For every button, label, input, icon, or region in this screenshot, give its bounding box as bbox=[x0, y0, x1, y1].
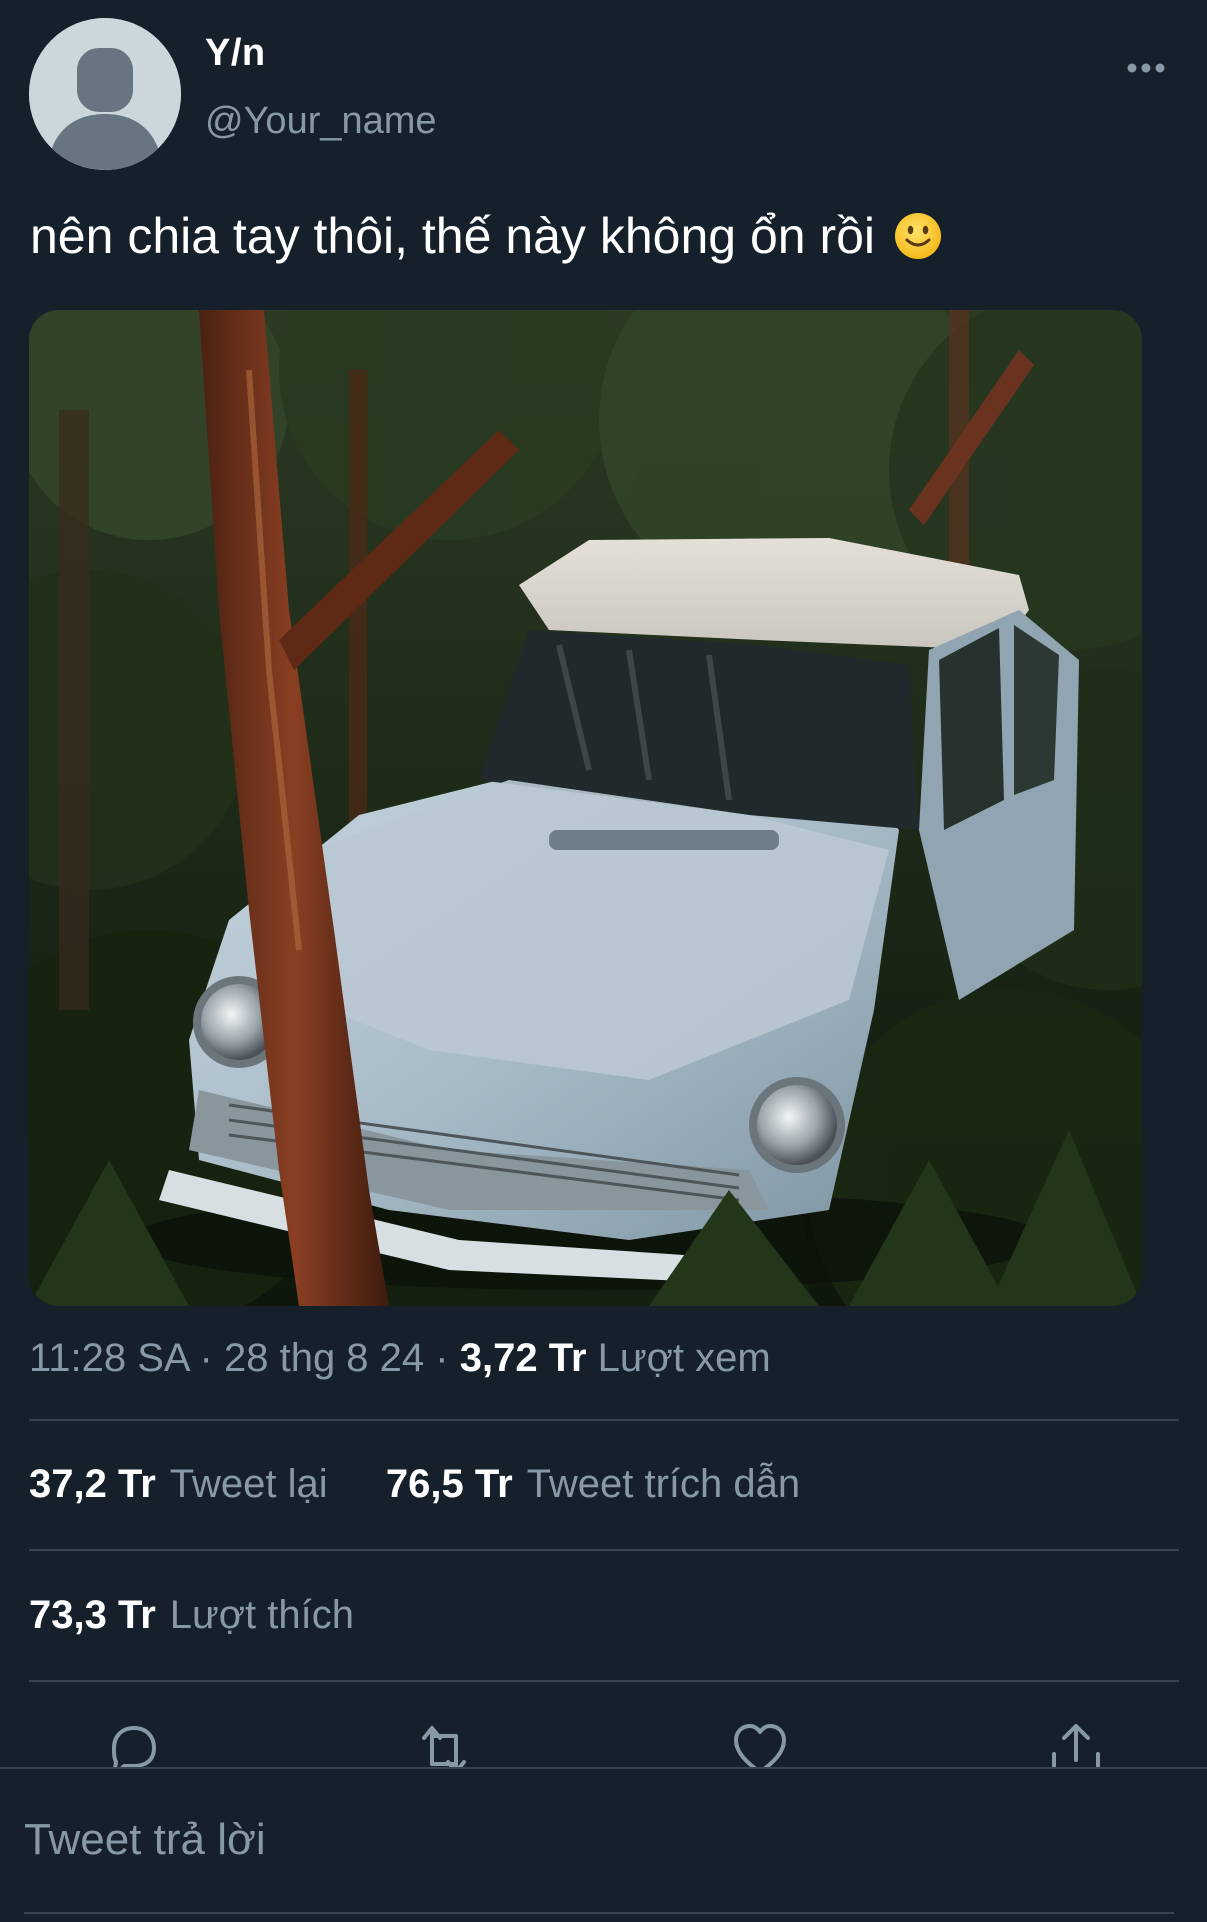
tweet-detail: Y/n @Your_name nên chia tay thôi, thế nà… bbox=[0, 0, 1207, 1922]
display-name[interactable]: Y/n bbox=[205, 32, 266, 75]
likes-stat[interactable]: 73,3 Tr Lượt thích bbox=[29, 1593, 354, 1637]
reply-underline bbox=[24, 1912, 1174, 1914]
likes-count: 73,3 Tr bbox=[29, 1593, 156, 1637]
quotes-stat[interactable]: 76,5 Tr Tweet trích dẫn bbox=[386, 1462, 800, 1506]
likes-label: Lượt thích bbox=[169, 1593, 354, 1637]
heart-icon bbox=[734, 1724, 786, 1768]
retweet-icon bbox=[422, 1726, 466, 1768]
tweet-actions bbox=[0, 1720, 1207, 1768]
more-button[interactable] bbox=[1122, 50, 1170, 86]
default-avatar-icon bbox=[29, 18, 181, 170]
divider bbox=[29, 1549, 1179, 1551]
divider bbox=[29, 1680, 1179, 1682]
reply-button[interactable] bbox=[102, 1720, 162, 1768]
quotes-count: 76,5 Tr bbox=[385, 1462, 513, 1506]
tweet-date[interactable]: 28 thg 8 24 bbox=[224, 1336, 424, 1380]
divider bbox=[29, 1419, 1179, 1421]
avatar[interactable] bbox=[29, 18, 181, 170]
reply-input[interactable] bbox=[24, 1815, 1124, 1865]
reply-icon bbox=[112, 1726, 156, 1768]
retweets-count: 37,2 Tr bbox=[29, 1462, 156, 1506]
tweet-text: nên chia tay thôi, thế này không ổn rồi bbox=[30, 206, 943, 266]
likes-stats: 73,3 Tr Lượt thích bbox=[29, 1593, 354, 1638]
share-icon bbox=[1052, 1724, 1100, 1768]
tweet-time[interactable]: 11:28 SA bbox=[29, 1336, 188, 1380]
tweet-photo[interactable] bbox=[29, 310, 1142, 1306]
quotes-label: Tweet trích dẫn bbox=[526, 1462, 801, 1506]
retweets-label: Tweet lại bbox=[169, 1462, 328, 1506]
meta-separator: · bbox=[435, 1336, 449, 1380]
slightly-smiling-face-icon bbox=[894, 213, 941, 259]
share-button[interactable] bbox=[1046, 1720, 1106, 1768]
views-count: 3,72 Tr bbox=[459, 1336, 587, 1380]
photo-car-in-tree bbox=[29, 310, 1142, 1306]
views-label: Lượt xem bbox=[597, 1336, 771, 1380]
like-button[interactable] bbox=[730, 1720, 790, 1768]
meta-separator: · bbox=[199, 1336, 213, 1380]
reply-bar bbox=[0, 1767, 1207, 1922]
retweets-stat[interactable]: 37,2 Tr Tweet lại bbox=[29, 1462, 339, 1506]
user-handle[interactable]: @Your_name bbox=[205, 100, 437, 143]
tweet-text-content: nên chia tay thôi, thế này không ổn rồi bbox=[30, 208, 876, 264]
more-horizontal-icon bbox=[1127, 63, 1165, 73]
retweet-quote-stats: 37,2 Tr Tweet lại 76,5 Tr Tweet trích dẫn bbox=[29, 1462, 800, 1507]
retweet-button[interactable] bbox=[414, 1720, 474, 1768]
tweet-meta: 11:28 SA · 28 thg 8 24 · 3,72 Tr Lượt xe… bbox=[29, 1336, 771, 1381]
